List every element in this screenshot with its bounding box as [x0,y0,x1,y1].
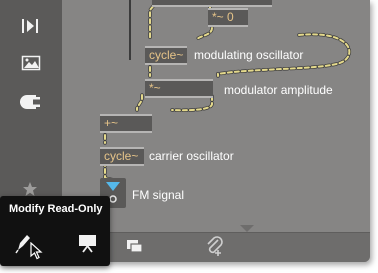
modify-read-only-tooltip: Modify Read-Only [0,196,110,266]
add-object[interactable]: +~ [100,114,152,133]
windows-icon[interactable] [125,237,145,255]
modulator-amplitude-comment: modulator amplitude [224,83,333,97]
step-through-icon[interactable] [19,15,43,37]
plug-icon[interactable] [19,90,43,114]
modulating-cycle-object[interactable]: cycle~ [145,46,187,65]
modulator-mult-object[interactable]: *~ [145,79,213,98]
scroll-indicator [240,225,254,232]
mult-zero-object[interactable]: *~ 0 [208,8,248,27]
cursor-icon [30,241,44,260]
carrier-cycle-object[interactable]: cycle~ [100,147,144,166]
paperclip-icon[interactable] [204,235,226,259]
image-icon[interactable] [19,52,43,74]
carrier-oscillator-comment: carrier oscillator [149,149,234,163]
top-object-partial[interactable] [152,0,272,7]
fm-signal-comment: FM signal [132,188,185,202]
tooltip-title: Modify Read-Only [9,203,103,215]
modulating-oscillator-comment: modulating oscillator [194,48,304,62]
presentation-icon[interactable] [76,232,100,254]
